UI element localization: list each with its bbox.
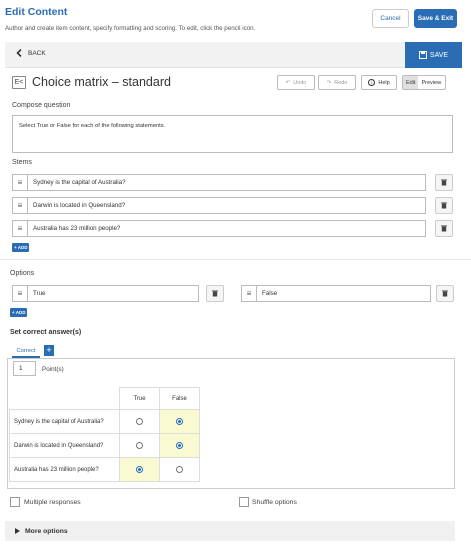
stem-row: ≡ Sydney is the capital of Australia? (12, 174, 426, 191)
correct-answers-title: Set correct answer(s) (10, 329, 82, 336)
multiple-responses-label: Multiple responses (24, 499, 81, 506)
stem-input[interactable]: Australia has 23 million people? (27, 220, 426, 237)
radio-button[interactable] (136, 417, 143, 425)
matrix-stem-label: Sydney is the capital of Australia? (9, 409, 120, 434)
help-icon: i (368, 79, 376, 86)
undo-label: Undo (293, 79, 307, 86)
delete-stem-button[interactable] (435, 174, 453, 191)
floppy-disk-icon (418, 51, 427, 59)
question-type-title: Choice matrix – standard (32, 75, 171, 89)
matrix-cell[interactable] (159, 457, 200, 482)
tab-correct[interactable]: Correct (12, 345, 40, 358)
section-divider (0, 259, 471, 260)
matrix-header-true: True (119, 387, 160, 410)
radio-button-selected[interactable] (176, 417, 183, 425)
matrix-cell[interactable] (119, 409, 160, 434)
question-type-icon[interactable]: E< (12, 76, 26, 89)
radio-button-selected[interactable] (176, 441, 183, 449)
trash-icon (212, 290, 218, 297)
delete-stem-button[interactable] (435, 220, 453, 237)
trash-icon (442, 290, 448, 297)
matrix-cell[interactable] (119, 457, 160, 482)
caret-right-icon (15, 528, 20, 534)
preview-tab[interactable]: Preview (418, 76, 444, 89)
answer-matrix: True False Sydney is the capital of Aust… (9, 387, 200, 482)
stem-input[interactable]: Darwin is located in Queensland? (27, 197, 426, 214)
add-option-button[interactable]: + ADD (10, 308, 28, 317)
matrix-cell[interactable] (159, 433, 200, 458)
help-button[interactable]: i Help (361, 75, 397, 90)
matrix-stem-label: Australia has 23 million people? (9, 457, 120, 482)
redo-button[interactable]: ↷ Redo (318, 75, 356, 90)
stem-input[interactable]: Sydney is the capital of Australia? (27, 174, 426, 191)
add-alternate-button[interactable]: + (44, 345, 54, 356)
option-row: ≡ True (12, 285, 199, 302)
save-label: SAVE (429, 51, 449, 59)
option-input[interactable]: True (27, 285, 199, 302)
matrix-row: Darwin is located in Queensland? (9, 433, 200, 458)
chevron-left-icon (16, 49, 22, 57)
more-options-label: More options (25, 527, 68, 535)
help-label: Help (378, 79, 390, 86)
delete-stem-button[interactable] (435, 197, 453, 214)
matrix-header-false: False (159, 387, 200, 410)
matrix-cell[interactable] (159, 409, 200, 434)
stem-row: ≡ Australia has 23 million people? (12, 220, 426, 237)
page-subtitle: Author and create item content, specify … (5, 25, 256, 32)
trash-icon (441, 225, 447, 232)
delete-option-button[interactable] (436, 285, 454, 302)
drag-handle-icon[interactable]: ≡ (12, 197, 27, 214)
drag-handle-icon[interactable]: ≡ (12, 174, 27, 191)
more-options-toggle[interactable]: More options (5, 521, 455, 541)
shuffle-options-label: Shuffle options (252, 499, 297, 506)
back-button[interactable]: BACK (16, 49, 46, 57)
back-label: BACK (28, 49, 46, 57)
shuffle-options-checkbox[interactable] (239, 497, 249, 507)
matrix-row: Sydney is the capital of Australia? (9, 409, 200, 434)
save-exit-button[interactable]: Save & Exit (414, 9, 457, 28)
delete-option-button[interactable] (206, 285, 224, 302)
trash-icon (441, 179, 447, 186)
redo-icon: ↷ (326, 79, 332, 86)
matrix-corner (9, 387, 120, 410)
points-label: Point(s) (42, 366, 64, 373)
drag-handle-icon[interactable]: ≡ (12, 285, 27, 302)
stems-label: Stems (12, 159, 32, 166)
redo-label: Redo (334, 79, 348, 86)
matrix-header-row: True False (9, 387, 200, 410)
undo-button[interactable]: ↶ Undo (277, 75, 315, 90)
trash-icon (441, 202, 447, 209)
options-label: Options (10, 270, 35, 277)
edit-tab[interactable]: Edit (403, 76, 419, 89)
radio-button-selected[interactable] (136, 465, 143, 473)
add-stem-button[interactable]: + ADD (12, 243, 30, 252)
top-toolbar (5, 42, 462, 68)
matrix-row: Australia has 23 million people? (9, 457, 200, 482)
cancel-button[interactable]: Cancel (372, 9, 409, 28)
radio-button[interactable] (136, 441, 143, 449)
compose-question-label: Compose question (12, 102, 71, 109)
radio-button[interactable] (176, 465, 183, 473)
stem-row: ≡ Darwin is located in Queensland? (12, 197, 426, 214)
undo-icon: ↶ (285, 79, 291, 86)
drag-handle-icon[interactable]: ≡ (12, 220, 27, 237)
page-title: Edit Content (5, 6, 68, 18)
compose-question-editor[interactable]: Select True or False for each of the fol… (12, 115, 453, 153)
matrix-stem-label: Darwin is located in Queensland? (9, 433, 120, 458)
points-input[interactable]: 1 (13, 361, 36, 376)
option-input[interactable]: False (256, 285, 431, 302)
edit-preview-toggle: Edit Preview (402, 75, 446, 90)
drag-handle-icon[interactable]: ≡ (241, 285, 256, 302)
multiple-responses-checkbox[interactable] (10, 497, 20, 507)
save-button[interactable]: SAVE (405, 42, 462, 68)
option-row: ≡ False (241, 285, 431, 302)
matrix-cell[interactable] (119, 433, 160, 458)
